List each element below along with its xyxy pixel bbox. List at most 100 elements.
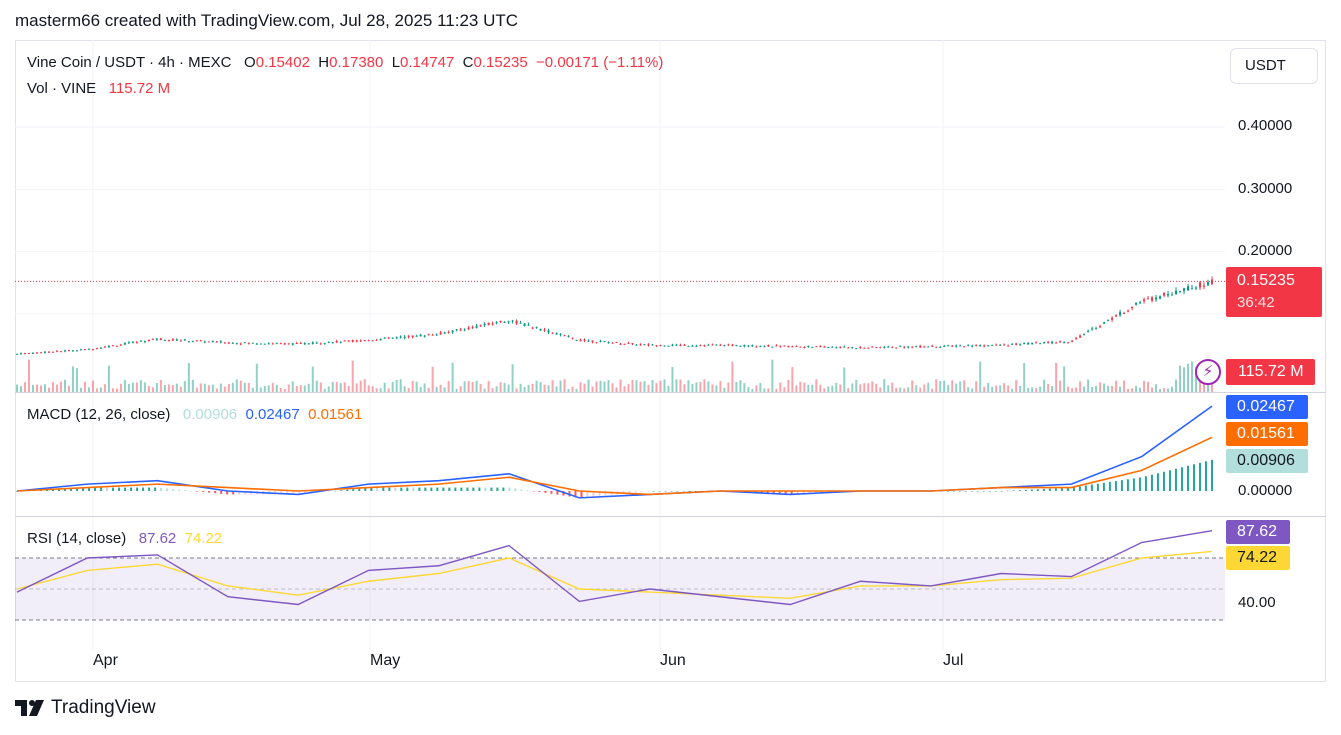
candle-body <box>691 345 694 347</box>
candle-body <box>815 346 818 348</box>
volume-label[interactable]: Vol · VINE <box>27 80 96 97</box>
low-value: 0.14747 <box>400 54 455 71</box>
candle-body <box>551 332 554 334</box>
macd-hist-bar <box>508 487 511 491</box>
volume-bar <box>943 380 946 392</box>
candle-body <box>31 352 34 354</box>
candle-body <box>911 346 914 348</box>
candle-body <box>843 346 846 348</box>
volume-bar <box>307 383 310 392</box>
currency-button[interactable]: USDT <box>1230 48 1318 84</box>
volume-bar <box>867 383 870 392</box>
candle-body <box>16 353 18 355</box>
candle-body <box>519 322 522 324</box>
volume-bar <box>935 379 938 392</box>
candle-body <box>51 351 54 353</box>
chart-canvas[interactable] <box>15 40 1225 682</box>
macd-hist-bar <box>466 487 469 491</box>
candle-body <box>91 349 94 351</box>
macd-hist-bar <box>346 489 349 491</box>
rsi-label[interactable]: RSI (14, close) <box>27 530 126 547</box>
macd-hist-bar <box>988 491 991 492</box>
volume-bar <box>707 381 710 392</box>
macd-hist-bar <box>166 488 169 491</box>
candle-body <box>803 347 806 349</box>
candle-body <box>947 345 950 347</box>
volume-bars <box>16 359 1213 392</box>
volume-bar <box>927 382 930 392</box>
candle-body <box>1139 302 1142 304</box>
volume-bar <box>603 381 606 392</box>
macd-hist-bar <box>202 491 205 493</box>
macd-hist-bar <box>682 491 685 492</box>
volume-bar <box>1059 380 1062 392</box>
volume-bar <box>1191 361 1194 392</box>
open-value: 0.15402 <box>255 54 310 71</box>
candle-body <box>651 344 654 346</box>
macd-hist-bar <box>376 487 379 491</box>
candle-body <box>423 335 426 337</box>
candle-body <box>907 346 910 348</box>
candle-body <box>851 347 854 349</box>
volume-bar <box>507 384 510 392</box>
candle-body <box>959 345 962 347</box>
candle-body <box>131 341 134 343</box>
macd-hist-bar <box>544 491 547 493</box>
candle-body <box>87 348 90 350</box>
tradingview-logo[interactable]: TradingView <box>15 697 156 719</box>
volume-bar <box>143 382 146 392</box>
bolt-icon[interactable]: ⚡ <box>1195 359 1221 385</box>
macd-hist-bar <box>448 487 451 491</box>
candle-body <box>811 346 814 348</box>
pane-separator-macd[interactable] <box>15 392 1326 393</box>
volume-bar <box>63 379 66 392</box>
bar-countdown: 36:42 <box>1237 294 1275 311</box>
volume-bar <box>859 384 862 392</box>
candle-body <box>595 342 598 344</box>
candle-body <box>979 345 982 347</box>
symbol-title[interactable]: Vine Coin / USDT · 4h · MEXC <box>27 54 232 71</box>
candle-body <box>675 344 678 346</box>
candle-body <box>359 340 362 342</box>
macd-label[interactable]: MACD (12, 26, close) <box>27 406 170 423</box>
macd-hist-bar <box>1204 461 1207 491</box>
candle-body <box>1127 310 1130 312</box>
macd-hist-bar <box>208 491 211 493</box>
macd-hist-bar <box>580 491 583 498</box>
volume-bar <box>843 367 846 392</box>
candle-body <box>967 345 970 347</box>
candle-body <box>43 351 46 353</box>
candle-body <box>563 335 566 337</box>
rsi-ma-tag: 74.22 <box>1226 546 1290 570</box>
volume-bar <box>1023 363 1026 392</box>
candle-body <box>27 353 30 355</box>
candle-body <box>527 324 530 326</box>
time-label-apr: Apr <box>93 652 118 669</box>
volume-bar <box>803 382 806 392</box>
candle-body <box>163 340 166 342</box>
time-label-may: May <box>370 652 401 669</box>
pane-separator-rsi[interactable] <box>15 516 1326 517</box>
candle-body <box>1095 328 1098 330</box>
candle-body <box>55 350 58 352</box>
candle-body <box>1147 298 1150 300</box>
candle-body <box>151 338 154 340</box>
candle-body <box>639 344 642 346</box>
volume-bar <box>875 383 878 392</box>
volume-bar <box>199 383 202 392</box>
volume-bar <box>1043 379 1046 392</box>
candle-body <box>431 334 434 336</box>
volume-bar <box>319 382 322 392</box>
candle-body <box>727 344 730 346</box>
candle-body <box>251 342 254 344</box>
candle-body <box>319 343 322 345</box>
candle-body <box>963 346 966 348</box>
volume-bar <box>1123 380 1126 392</box>
candle-body <box>983 345 986 347</box>
volume-bar <box>979 361 982 392</box>
candle-body <box>387 337 390 339</box>
candle-body <box>511 320 514 322</box>
volume-bar <box>627 384 630 392</box>
macd-hist-bar <box>472 487 475 491</box>
candle-body <box>1103 322 1106 324</box>
